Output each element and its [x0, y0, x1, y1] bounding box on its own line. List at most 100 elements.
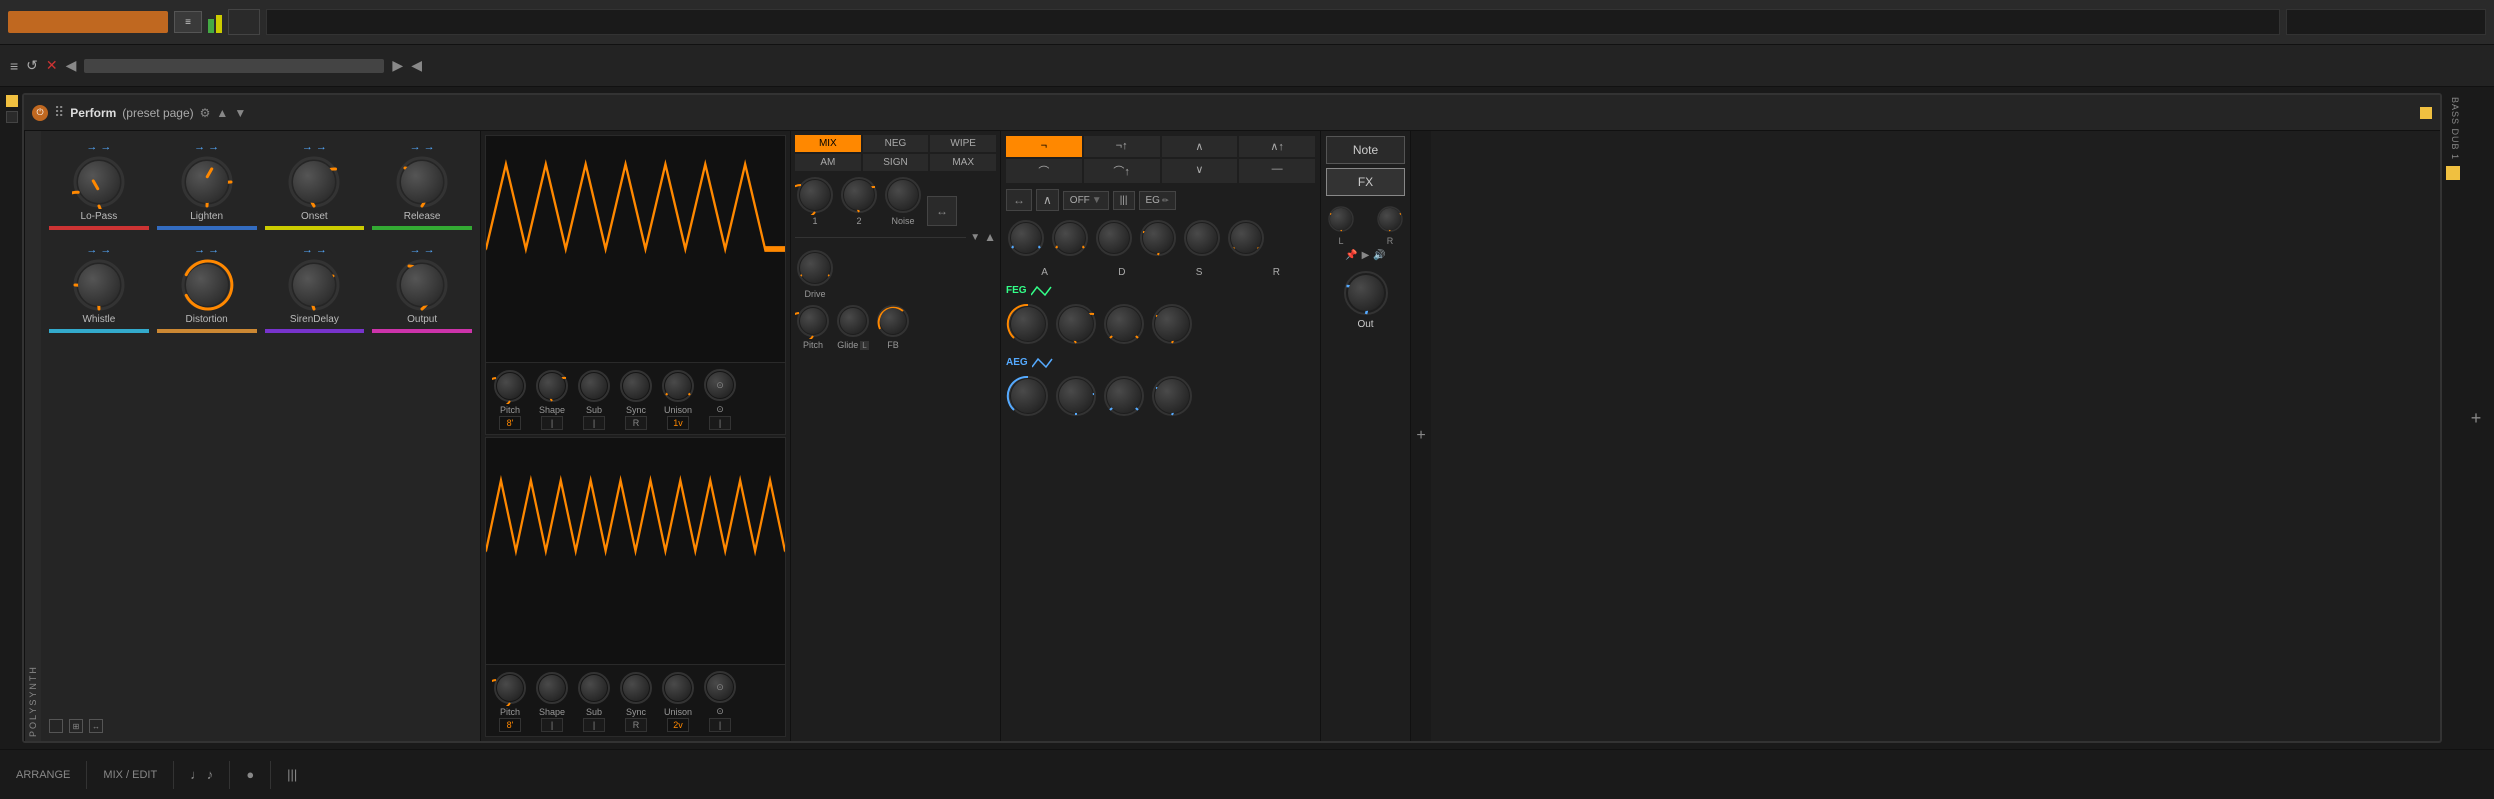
feg-s-knob[interactable] [1102, 302, 1146, 346]
close-icon[interactable]: ✕ [46, 57, 58, 74]
osc1-unison-knob[interactable] [660, 368, 696, 404]
power-button[interactable]: ⏻ [32, 105, 48, 121]
onset-knob-wrapper[interactable] [287, 155, 341, 209]
bottom-arrange-btn[interactable]: ARRANGE [16, 769, 70, 781]
mix-btn[interactable]: MIX [795, 135, 861, 152]
mix-glide-knob[interactable] [835, 303, 871, 339]
osc1-shape-knob[interactable] [534, 368, 570, 404]
neg-btn[interactable]: NEG [863, 135, 929, 152]
bottom-mix-btn[interactable]: MIX / EDIT [103, 769, 157, 781]
shape-neg2-btn[interactable]: ¬↑ [1084, 136, 1160, 157]
mod-k5[interactable] [1182, 218, 1222, 258]
scrollbar[interactable] [84, 59, 384, 73]
lopass-knob-wrapper[interactable] [72, 155, 126, 209]
mod-env-btn[interactable]: ∧ [1036, 189, 1059, 211]
arrow-up-icon[interactable]: ▲ [216, 106, 228, 120]
fx-btn[interactable]: FX [1326, 168, 1405, 196]
l-knob[interactable] [1326, 204, 1356, 234]
mix-link-btn[interactable]: ↔ [927, 196, 957, 226]
osc2-sub-knob[interactable] [576, 670, 612, 706]
shape-neg-btn[interactable]: ¬ [1006, 136, 1082, 157]
undo-icon[interactable]: ↺ [26, 57, 38, 74]
output-knob-wrapper[interactable] [395, 258, 449, 312]
track-btn[interactable] [6, 111, 18, 123]
small-btn-1[interactable] [49, 719, 63, 733]
mix-knob1[interactable] [795, 175, 835, 215]
mod-k2[interactable] [1050, 218, 1090, 258]
max-btn[interactable]: MAX [930, 154, 996, 171]
small-btn-2[interactable]: ⊞ [69, 719, 83, 733]
osc2-link-knob[interactable]: ⊙ [702, 669, 738, 705]
mod-k3[interactable] [1094, 218, 1134, 258]
speaker-icon[interactable]: 🔊 [1373, 250, 1385, 261]
osc2-shape-value[interactable]: | [541, 718, 563, 732]
osc1-shape-value[interactable]: | [541, 416, 563, 430]
mix-fb-knob[interactable] [875, 303, 911, 339]
track-name[interactable] [8, 11, 168, 33]
list-btn[interactable]: ≡ [174, 11, 202, 33]
sign-btn[interactable]: SIGN [863, 154, 929, 171]
shape-arcup-btn[interactable]: ⌒↑ [1084, 159, 1160, 183]
shape-valley-btn[interactable]: ∨ [1162, 159, 1238, 183]
osc1-pitch-value[interactable]: 8' [499, 416, 521, 430]
mod-off-btn[interactable]: OFF ▼ [1063, 191, 1109, 210]
aeg-s-knob[interactable] [1102, 374, 1146, 418]
osc1-unison-value[interactable]: 1v [667, 416, 689, 430]
osc1-link-value[interactable]: | [709, 416, 731, 430]
release-knob-wrapper[interactable] [395, 155, 449, 209]
shape-flat-btn[interactable]: — [1239, 159, 1315, 183]
bottom-note-icon[interactable]: ♩ ♪ [190, 767, 213, 782]
osc2-pitch-value[interactable]: 8' [499, 718, 521, 732]
shape-peak2-btn[interactable]: ∧↑ [1239, 136, 1315, 157]
shape-peak-btn[interactable]: ∧ [1162, 136, 1238, 157]
mix-knob2[interactable] [839, 175, 879, 215]
settings-icon[interactable]: ⚙ [200, 106, 211, 120]
osc2-link-value[interactable]: | [709, 718, 731, 732]
mix-drive-knob[interactable] [795, 248, 835, 288]
sirendelay-knob-wrapper[interactable] [287, 258, 341, 312]
lighten-knob-wrapper[interactable] [180, 155, 234, 209]
osc2-shape-knob[interactable] [534, 670, 570, 706]
right-add-btn[interactable]: + [2464, 93, 2488, 743]
osc2-unison-value[interactable]: 2v [667, 718, 689, 732]
osc1-sync-value[interactable]: R [625, 416, 647, 430]
shape-arc-btn[interactable]: ⌒ [1006, 159, 1082, 183]
mod-bars-btn[interactable]: ||| [1113, 191, 1135, 210]
list-icon[interactable]: ≡ [10, 58, 18, 74]
am-btn[interactable]: AM [795, 154, 861, 171]
mod-k1[interactable] [1006, 218, 1046, 258]
arrow-right-icon[interactable]: ▶ [392, 57, 403, 74]
osc2-sync-value[interactable]: R [625, 718, 647, 732]
arrow-left2-icon[interactable]: ◀ [411, 57, 422, 74]
osc1-pitch-knob[interactable] [492, 368, 528, 404]
wipe-btn[interactable]: WIPE [930, 135, 996, 152]
mix-pitch-knob[interactable] [795, 303, 831, 339]
osc2-unison-knob[interactable] [660, 670, 696, 706]
mod-k6[interactable] [1226, 218, 1266, 258]
r-knob[interactable] [1375, 204, 1405, 234]
osc2-sync-knob[interactable] [618, 670, 654, 706]
aeg-a-knob[interactable] [1006, 374, 1050, 418]
osc1-sub-knob[interactable] [576, 368, 612, 404]
feg-d-knob[interactable] [1054, 302, 1098, 346]
bottom-bars-icon[interactable]: ||| [287, 767, 297, 782]
distortion-knob-wrapper[interactable] [180, 258, 234, 312]
bottom-record-icon[interactable]: ● [246, 767, 254, 782]
osc2-pitch-knob[interactable] [492, 670, 528, 706]
osc1-link-knob[interactable]: ⊙ [702, 367, 738, 403]
add-channel-btn[interactable]: + [1411, 131, 1431, 741]
arrow-left-icon[interactable]: ◀ [66, 57, 77, 74]
mod-k4[interactable] [1138, 218, 1178, 258]
feg-a-knob[interactable] [1006, 302, 1050, 346]
play-icon[interactable]: ▶ [1362, 250, 1370, 261]
mix-noise-knob[interactable] [883, 175, 923, 215]
osc1-sync-knob[interactable] [618, 368, 654, 404]
small-btn-3[interactable]: ↔ [89, 719, 103, 733]
whistle-knob-wrapper[interactable] [72, 258, 126, 312]
note-btn[interactable]: Note [1326, 136, 1405, 164]
mix-arrow-down-icon[interactable]: ▼ [970, 232, 980, 243]
mod-link-btn[interactable]: ↔ [1006, 189, 1032, 211]
mod-eg-btn[interactable]: EG ✏ [1139, 191, 1176, 210]
aeg-d-knob[interactable] [1054, 374, 1098, 418]
osc2-sub-value[interactable]: | [583, 718, 605, 732]
